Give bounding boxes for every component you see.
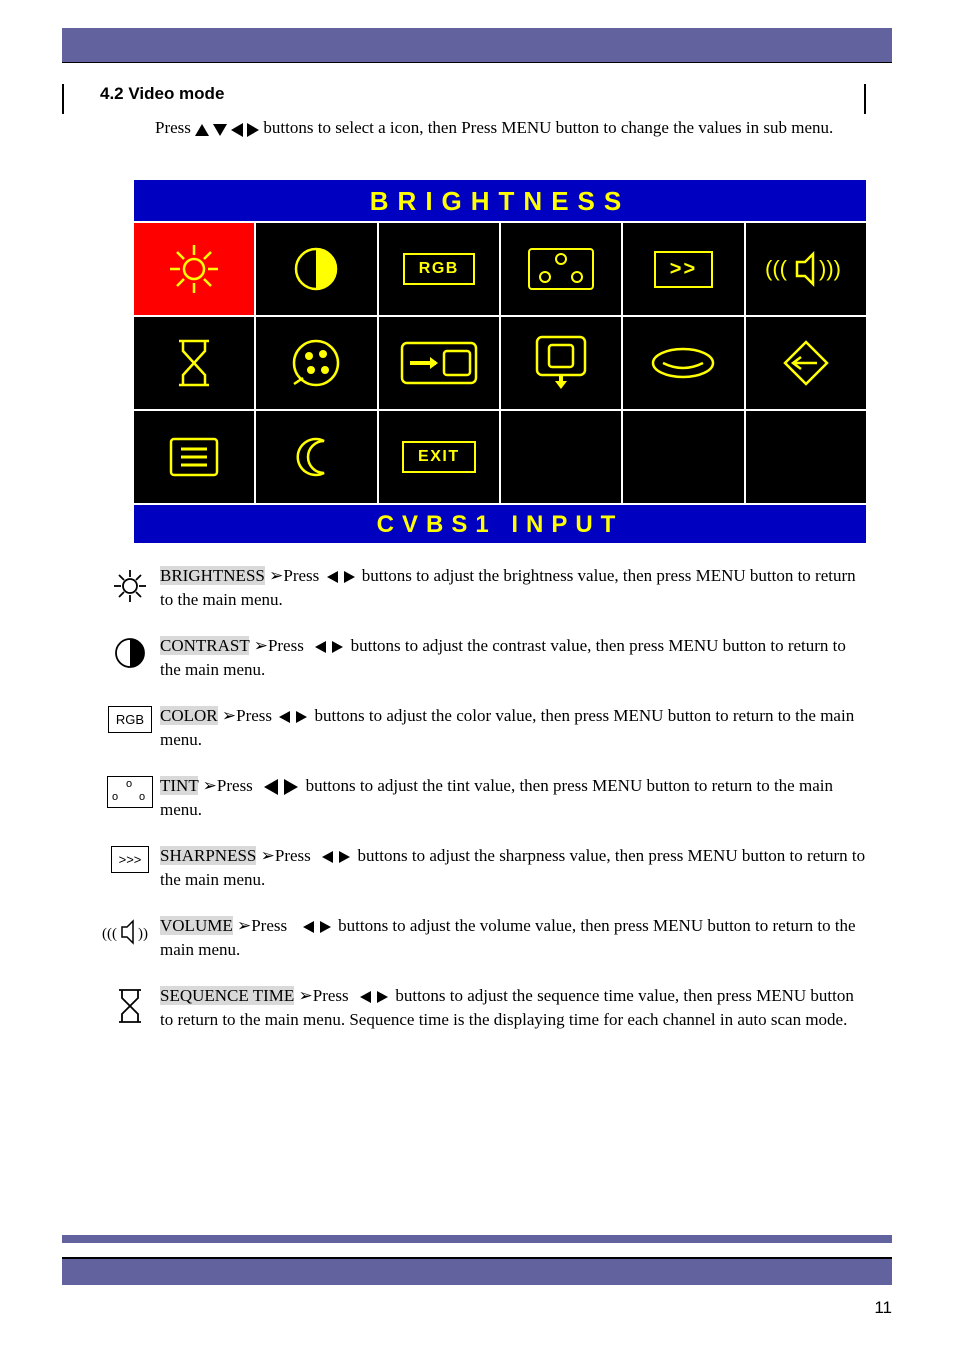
osd-sequence-time-icon[interactable] <box>134 317 256 409</box>
desc-sequence-time: SEQUENCE TIME ➢Press buttons to adjust t… <box>100 984 870 1032</box>
osd-footer: CVBS1 INPUT <box>134 503 866 543</box>
osd-tint-icon[interactable] <box>501 223 623 315</box>
osd-wide-icon[interactable] <box>623 317 745 409</box>
osd-sharpness-icon[interactable]: >> <box>623 223 745 315</box>
footer-bar-thin <box>62 1235 892 1243</box>
speaker-icon: ((()) <box>100 914 160 948</box>
osd-pip-horiz-icon[interactable] <box>379 317 501 409</box>
svg-text:)): )) <box>138 926 148 942</box>
header-bar <box>62 28 892 62</box>
osd-empty-3 <box>746 411 866 503</box>
desc-color: RGB COLOR ➢Press buttons to adjust the c… <box>100 704 870 752</box>
osd-row-2 <box>134 315 866 409</box>
sharpness-box-icon: >>> <box>100 844 160 873</box>
page-number: 11 <box>874 1298 892 1318</box>
osd-title: BRIGHTNESS <box>134 180 866 223</box>
osd-list-icon[interactable] <box>134 411 256 503</box>
osd-volume-icon[interactable]: ((())) <box>746 223 866 315</box>
contrast-icon <box>100 634 160 670</box>
osd-row-1: RGB >> ((())) <box>134 223 866 315</box>
intro-text: Press buttons to select a icon, then Pre… <box>155 118 870 139</box>
osd-exit-button[interactable]: EXIT <box>379 411 501 503</box>
arrow-buttons-icon <box>195 119 259 139</box>
osd-empty-2 <box>623 411 745 503</box>
tint-box-icon: ooo <box>100 774 160 808</box>
footer-bar-thick <box>62 1259 892 1285</box>
svg-text:(((: ((( <box>765 256 788 281</box>
osd-contrast-icon[interactable] <box>256 223 378 315</box>
svg-text:(((: ((( <box>102 926 117 942</box>
sun-icon <box>100 564 160 606</box>
osd-satellite-icon[interactable] <box>256 317 378 409</box>
desc-brightness: BRIGHTNESS ➢Press buttons to adjust the … <box>100 564 870 612</box>
osd-brightness-icon[interactable] <box>134 223 256 315</box>
section-heading: 4.2 Video mode <box>100 84 224 104</box>
osd-diamond-arrow-icon[interactable] <box>746 317 866 409</box>
change-mark-left <box>62 84 64 114</box>
desc-volume: ((()) VOLUME ➢Press buttons to adjust th… <box>100 914 870 962</box>
osd-empty-1 <box>501 411 623 503</box>
rgb-box-icon: RGB <box>100 704 160 733</box>
desc-tint: ooo TINT ➢Press buttons to adjust the ti… <box>100 774 870 822</box>
desc-sharpness: >>> SHARPNESS ➢Press buttons to adjust t… <box>100 844 870 892</box>
osd-moon-icon[interactable] <box>256 411 378 503</box>
osd-pip-vert-icon[interactable] <box>501 317 623 409</box>
hourglass-icon <box>100 984 160 1026</box>
desc-contrast: CONTRAST ➢Press buttons to adjust the co… <box>100 634 870 682</box>
osd-panel: BRIGHTNESS RGB >> ((())) <box>132 178 868 545</box>
svg-text:))): ))) <box>819 256 841 281</box>
osd-row-3: EXIT <box>134 409 866 503</box>
osd-color-icon[interactable]: RGB <box>379 223 501 315</box>
header-rule <box>62 62 892 63</box>
change-mark-right <box>864 84 866 114</box>
